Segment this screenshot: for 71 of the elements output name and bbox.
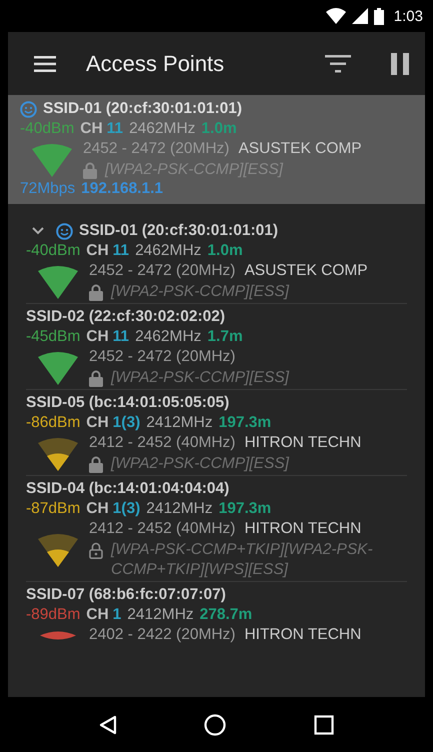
screen-title: Access Points (86, 50, 226, 76)
frequency-range: 2402 - 2422 (20MHz) (89, 626, 236, 644)
vendor-name: HITRON TECHN (244, 520, 362, 538)
channel-label: CH (80, 120, 103, 138)
channel-label: CH (86, 500, 109, 518)
channel-number: 1(3) (112, 500, 140, 518)
wifi-icon (326, 8, 346, 24)
ssid-label: SSID-05 (bc:14:01:05:05:05) (26, 394, 230, 412)
signal-icon (352, 8, 368, 24)
vendor-name: HITRON TECHN (244, 434, 362, 452)
vendor-name: ASUSTEK COMP (244, 262, 368, 280)
frequency-range: 2412 - 2452 (40MHz) (89, 520, 236, 538)
frequency-text: 2412MHz (127, 606, 194, 624)
distance-text: 197.3m (218, 414, 272, 432)
channel-label: CH (86, 328, 109, 346)
distance-text: 197.3m (218, 500, 272, 518)
vendor-name: ASUSTEK COMP (238, 140, 362, 158)
channel-number: 11 (112, 328, 130, 346)
menu-icon[interactable] (34, 56, 56, 72)
frequency-text: 2412MHz (146, 414, 213, 432)
signal-strength-icon (32, 143, 72, 177)
channel-number: 1(3) (112, 414, 140, 432)
distance-text: 1.0m (201, 120, 237, 138)
signal-reading: -86dBm (26, 414, 80, 432)
filter-icon[interactable] (325, 54, 351, 72)
security-text: [WPA-PSK-CCMP+TKIP][WPA2-PSK-CCMP+TKIP][WPS][ESS] (111, 540, 374, 580)
signal-strength-icon (38, 533, 78, 567)
signal-reading: -87dBm (26, 500, 80, 518)
frequency-text: 2462MHz (129, 120, 196, 138)
channel-label: CH (86, 414, 109, 432)
ssid-label: SSID-07 (68:b6:fc:07:07:07) (26, 586, 226, 604)
ssid-label: SSID-01 (20:cf:30:01:01:01) (79, 222, 278, 240)
ssid-label: SSID-04 (bc:14:01:04:04:04) (26, 480, 230, 498)
recents-icon[interactable] (314, 714, 334, 734)
vendor-name: HITRON TECHN (244, 626, 362, 644)
pause-icon[interactable] (391, 52, 409, 74)
channel-number: 1 (112, 606, 122, 624)
channel-number: 11 (112, 242, 130, 260)
chevron-down-icon[interactable] (32, 227, 44, 235)
ssid-label: SSID-02 (22:cf:30:02:02:02) (26, 308, 226, 326)
signal-reading: -40dBm (20, 120, 74, 138)
link-speed: 72Mbps (20, 180, 76, 198)
signal-reading: -89dBm (26, 606, 80, 624)
clock-time: 1:03 (394, 8, 423, 24)
frequency-range: 2412 - 2452 (40MHz) (89, 434, 236, 452)
channel-label: CH (86, 606, 109, 624)
signal-strength-icon (38, 437, 78, 471)
security-text: [WPA2-PSK-CCMP][ESS] (111, 282, 290, 302)
distance-text: 1.7m (207, 328, 243, 346)
channel-label: CH (86, 242, 109, 260)
distance-text: 278.7m (200, 606, 252, 624)
signal-reading: -45dBm (26, 328, 80, 346)
frequency-range: 2452 - 2472 (20MHz) (83, 140, 230, 158)
security-text: [WPA2-PSK-CCMP][ESS] (111, 454, 290, 474)
home-icon[interactable] (204, 714, 226, 736)
security-text: [WPA2-PSK-CCMP][ESS] (111, 368, 290, 388)
signal-strength-icon (38, 265, 78, 299)
battery-icon (374, 8, 384, 24)
frequency-range: 2452 - 2472 (20MHz) (89, 262, 236, 280)
signal-reading: -40dBm (26, 242, 80, 260)
distance-text: 1.0m (207, 242, 243, 260)
frequency-text: 2412MHz (146, 500, 213, 518)
ip-address: 192.168.1.1 (81, 180, 164, 198)
channel-number: 11 (106, 120, 124, 138)
frequency-text: 2462MHz (135, 328, 202, 346)
signal-strength-icon (38, 351, 78, 385)
frequency-range: 2452 - 2472 (20MHz) (89, 348, 236, 366)
frequency-text: 2462MHz (135, 242, 202, 260)
back-icon[interactable] (98, 714, 117, 734)
signal-strength-icon (38, 630, 78, 642)
ssid-label: SSID-01 (20:cf:30:01:01:01) (43, 100, 242, 118)
